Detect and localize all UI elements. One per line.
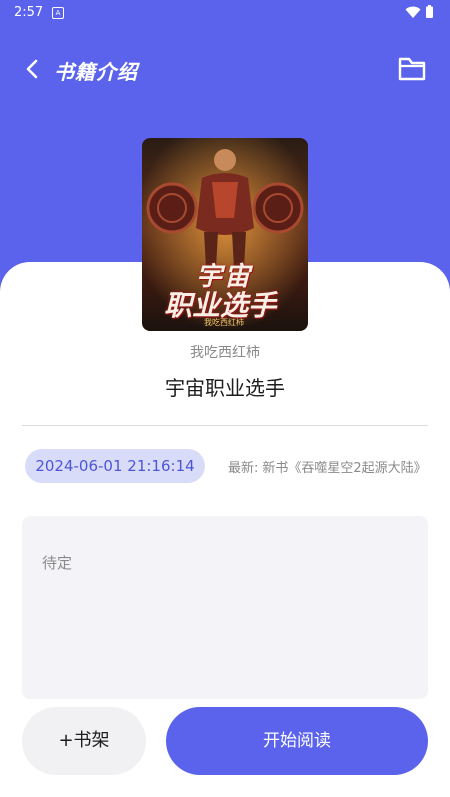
battery-icon bbox=[426, 5, 433, 18]
status-time: 2:57 bbox=[14, 5, 44, 20]
latest-chapter-title: 新书《吞噬星空2起源大陆》 bbox=[262, 461, 427, 476]
start-reading-button[interactable]: 开始阅读 bbox=[166, 707, 428, 775]
page-title: 书籍介绍 bbox=[54, 60, 138, 84]
add-to-shelf-button[interactable]: +书架 bbox=[22, 707, 146, 775]
divider bbox=[22, 425, 428, 426]
cover-author-mark: 我吃西红柿 bbox=[204, 318, 244, 327]
book-author: 我吃西红柿 bbox=[190, 345, 260, 361]
latest-chapter[interactable]: 最新: 新书《吞噬星空2起源大陆》 bbox=[228, 457, 450, 477]
chevron-left-icon[interactable] bbox=[22, 58, 44, 80]
update-date-badge: 2024-06-01 21:16:14 bbox=[25, 449, 205, 483]
book-title: 宇宙职业选手 bbox=[165, 376, 285, 400]
wifi-icon bbox=[405, 6, 421, 18]
status-bar: 2:57 A bbox=[0, 0, 450, 26]
app-notification-icon: A bbox=[52, 7, 64, 19]
app-bar: 书籍介绍 bbox=[0, 46, 450, 92]
book-cover: 宇宙 职业选手 我吃西红柿 bbox=[142, 138, 308, 331]
latest-label: 最新: bbox=[228, 461, 259, 476]
description-box: 待定 bbox=[22, 516, 428, 699]
book-description: 待定 bbox=[42, 554, 73, 572]
folder-icon[interactable] bbox=[396, 55, 428, 83]
